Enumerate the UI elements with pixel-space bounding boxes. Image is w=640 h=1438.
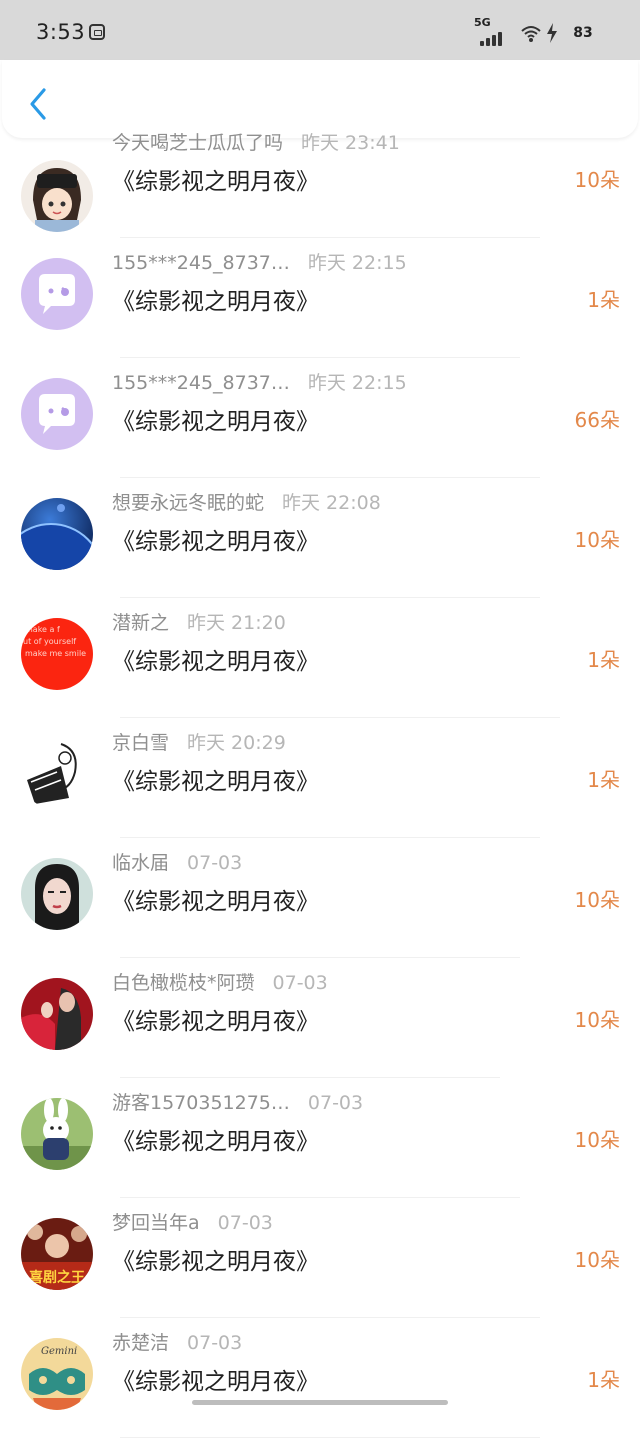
user-name[interactable]: 想要永远冬眠的蛇 [112, 492, 264, 514]
app-notification-icon [89, 24, 105, 40]
couple-avatar[interactable] [21, 978, 93, 1050]
entry-time: 07-03 [217, 1212, 273, 1234]
entry-meta: 游客1570351275… 07-03 [112, 1088, 363, 1115]
book-title[interactable]: 《综影视之明月夜》 [112, 162, 319, 196]
book-title[interactable]: 《综影视之明月夜》 [112, 882, 319, 916]
list-item[interactable]: make a f ut of yourself make me smile 潜新之 昨天… [0, 598, 640, 718]
book-title[interactable]: 《综影视之明月夜》 [112, 1362, 319, 1396]
default-chat-avatar[interactable] [21, 258, 93, 330]
nav-bar [2, 60, 638, 138]
svg-text:ut of yourself: ut of yourself [23, 637, 76, 646]
user-name[interactable]: 155***245_8737… [112, 372, 290, 394]
entry-time: 07-03 [187, 852, 243, 874]
user-name[interactable]: 今天喝芝士瓜瓜了吗 [112, 132, 283, 154]
flower-amount: 1朵 [587, 768, 620, 792]
list-item[interactable]: 今天喝芝士瓜瓜了吗 昨天 23:41 《综影视之明月夜》 10朵 [0, 132, 640, 238]
signal-icon [480, 30, 508, 46]
user-name[interactable]: 155***245_8737… [112, 252, 290, 274]
flower-amount: 66朵 [574, 408, 620, 432]
charging-icon [547, 23, 557, 43]
entry-time: 昨天 22:15 [307, 252, 407, 274]
list-item[interactable]: 白色橄榄枝*阿瓒 07-03 《综影视之明月夜》 10朵 [0, 958, 640, 1078]
user-name[interactable]: 京白雪 [112, 732, 169, 754]
flower-amount: 10朵 [574, 1248, 620, 1272]
svg-text:make me smile: make me smile [25, 649, 86, 658]
wifi-icon [521, 26, 541, 42]
list-item[interactable]: 155***245_8737… 昨天 22:15 《综影视之明月夜》 66朵 [0, 358, 640, 478]
home-indicator[interactable] [192, 1400, 448, 1405]
user-name[interactable]: 白色橄榄枝*阿瓒 [112, 972, 255, 994]
entry-meta: 想要永远冬眠的蛇 昨天 22:08 [112, 488, 381, 515]
book-title[interactable]: 《综影视之明月夜》 [112, 1122, 319, 1156]
entry-time: 07-03 [272, 972, 328, 994]
book-title[interactable]: 《综影视之明月夜》 [112, 522, 319, 556]
flower-amount: 10朵 [574, 888, 620, 912]
network-type: 5G [474, 16, 491, 29]
entry-time: 07-03 [307, 1092, 364, 1114]
user-name[interactable]: 梦回当年a [112, 1212, 200, 1234]
flower-amount: 1朵 [587, 288, 620, 312]
flower-amount: 10朵 [574, 1128, 620, 1152]
list-item[interactable]: 155***245_8737… 昨天 22:15 《综影视之明月夜》 1朵 [0, 238, 640, 358]
entry-time: 昨天 20:29 [187, 732, 286, 754]
entry-meta: 155***245_8737… 昨天 22:15 [112, 368, 407, 395]
user-name[interactable]: 潜新之 [112, 612, 169, 634]
entry-time: 07-03 [187, 1332, 243, 1354]
gift-record-list: 今天喝芝士瓜瓜了吗 昨天 23:41 《综影视之明月夜》 10朵 155***245_8… [0, 132, 640, 1438]
list-item[interactable]: 临水届 07-03 《综影视之明月夜》 10朵 [0, 838, 640, 958]
book-title[interactable]: 《综影视之明月夜》 [112, 1002, 319, 1036]
user-name[interactable]: 赤楚洁 [112, 1332, 169, 1354]
entry-meta: 赤楚洁 07-03 [112, 1328, 242, 1355]
entry-time: 昨天 23:41 [301, 132, 400, 154]
red-text-avatar[interactable]: make a f ut of yourself make me smile [21, 618, 93, 690]
entry-time: 昨天 22:15 [307, 372, 407, 394]
gemini-avatar[interactable]: Gemini [21, 1338, 93, 1410]
flower-amount: 10朵 [574, 168, 620, 192]
status-bar: 3:53 5G 83 [0, 0, 640, 60]
back-button[interactable] [20, 84, 56, 124]
user-name[interactable]: 游客1570351275… [112, 1092, 290, 1114]
flower-amount: 10朵 [574, 528, 620, 552]
list-item[interactable]: 喜剧之王 梦回当年a 07-03 《综影视之明月夜》 10朵 [0, 1198, 640, 1318]
svg-text:Gemini: Gemini [41, 1346, 77, 1357]
list-item[interactable]: Gemini 赤楚洁 07-03 《综影视之明月夜》 1朵 [0, 1318, 640, 1438]
entry-time: 昨天 21:20 [187, 612, 286, 634]
book-title[interactable]: 《综影视之明月夜》 [112, 762, 319, 796]
list-item[interactable]: 游客1570351275… 07-03 《综影视之明月夜》 10朵 [0, 1078, 640, 1198]
book-title[interactable]: 《综影视之明月夜》 [112, 1242, 319, 1276]
status-time: 3:53 [36, 20, 86, 44]
poster-avatar[interactable]: 喜剧之王 [21, 1218, 93, 1290]
list-item[interactable]: 想要永远冬眠的蛇 昨天 22:08 《综影视之明月夜》 10朵 [0, 478, 640, 598]
book-title[interactable]: 《综影视之明月夜》 [112, 282, 319, 316]
entry-meta: 临水届 07-03 [112, 848, 242, 875]
cartoon-girl-avatar[interactable] [21, 160, 93, 232]
entry-meta: 梦回当年a 07-03 [112, 1208, 273, 1235]
default-chat-avatar[interactable] [21, 378, 93, 450]
entry-meta: 白色橄榄枝*阿瓒 07-03 [112, 968, 328, 995]
entry-meta: 155***245_8737… 昨天 22:15 [112, 248, 407, 275]
chevron-left-icon [30, 88, 46, 120]
rabbit-avatar[interactable] [21, 1098, 93, 1170]
svg-text:喜剧之王: 喜剧之王 [29, 1269, 85, 1286]
portrait-avatar[interactable] [21, 858, 93, 930]
battery-indicator: 83 [566, 22, 600, 44]
entry-meta: 今天喝芝士瓜瓜了吗 昨天 23:41 [112, 128, 400, 155]
list-item[interactable]: 京白雪 昨天 20:29 《综影视之明月夜》 1朵 [0, 718, 640, 838]
svg-text:make a f: make a f [25, 625, 60, 634]
sketch-avatar[interactable] [21, 738, 93, 810]
flower-amount: 1朵 [587, 648, 620, 672]
flower-amount: 1朵 [587, 1368, 620, 1392]
entry-time: 昨天 22:08 [282, 492, 381, 514]
user-name[interactable]: 临水届 [112, 852, 169, 874]
flower-amount: 10朵 [574, 1008, 620, 1032]
book-title[interactable]: 《综影视之明月夜》 [112, 402, 319, 436]
blue-planet-avatar[interactable] [21, 498, 93, 570]
entry-meta: 潜新之 昨天 21:20 [112, 608, 286, 635]
book-title[interactable]: 《综影视之明月夜》 [112, 642, 319, 676]
entry-meta: 京白雪 昨天 20:29 [112, 728, 286, 755]
